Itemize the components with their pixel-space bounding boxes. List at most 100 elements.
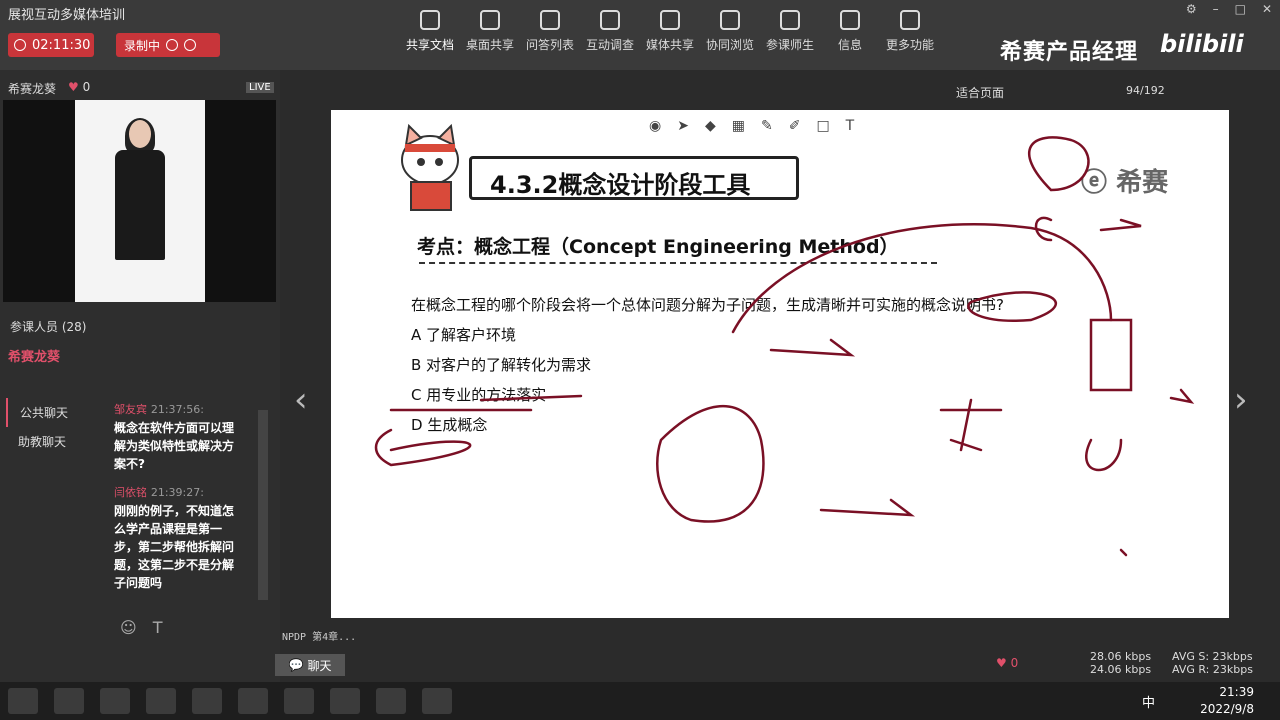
- top-bar: 展视互动多媒体培训 02:11:30 录制中 共享文档 桌面共享 问答列表 互动…: [0, 0, 1280, 70]
- presenter-name: 希赛龙葵: [8, 82, 57, 96]
- film-icon: [660, 10, 680, 30]
- app-icon[interactable]: [284, 688, 314, 714]
- stop-record-icon[interactable]: [184, 39, 197, 51]
- live-badge: LIVE: [246, 82, 274, 93]
- co-browse-button[interactable]: 协同浏览: [700, 10, 760, 53]
- chat-message: 闫依铭 21:39:27: 刚刚的例子，不知道怎么学产品课程是第一步，第二步帮他…: [114, 483, 244, 592]
- document-toolbar: 适合页面 94/192: [280, 70, 1280, 110]
- avg-rates: AVG S: 23kbps AVG R: 23kbps: [1172, 650, 1253, 676]
- footer-likes: ♥ 0: [996, 656, 1019, 670]
- bilibili-logo: bilibili: [1160, 30, 1244, 58]
- tool-label: 参课师生: [765, 38, 814, 52]
- status-line: NPDP 第4章...: [282, 632, 357, 643]
- zoom-select[interactable]: 适合页面: [956, 84, 1004, 101]
- info-button[interactable]: 信息: [820, 10, 880, 53]
- chat-icon: 💬: [288, 658, 304, 672]
- app-icon[interactable]: [330, 688, 360, 714]
- tool-label: 共享文档: [405, 38, 454, 52]
- more-functions-button[interactable]: 更多功能: [880, 10, 940, 53]
- suit: [115, 150, 165, 260]
- screen-share-icon: [480, 10, 500, 30]
- download-rate: 24.06 kbps: [1090, 663, 1152, 676]
- people-icon: [780, 10, 800, 30]
- survey-button[interactable]: 互动调查: [580, 10, 640, 53]
- main-toolbar: 共享文档 桌面共享 问答列表 互动调查 媒体共享 协同浏览 参课师生 信息 更多…: [400, 10, 940, 53]
- message-author: 闫依铭: [114, 486, 147, 499]
- handwritten-annotations: [374, 136, 1195, 557]
- maximize-icon[interactable]: □: [1235, 2, 1246, 16]
- pause-record-icon[interactable]: [166, 39, 179, 51]
- qa-list-button[interactable]: 问答列表: [520, 10, 580, 53]
- message-text: 刚刚的例子，不知道怎么学产品课程是第一步，第二步帮他拆解问题，这第二步不是分解子…: [114, 504, 235, 590]
- page-indicator[interactable]: 94/192: [1126, 84, 1165, 97]
- brand-watermark: 希赛产品经理: [1000, 40, 1139, 65]
- edge-browser-icon[interactable]: [100, 688, 130, 714]
- slide-canvas[interactable]: ◉ ➤ ◆ ▦ ✎ ✐ □ T 4.3.2概念设计阶段工具 ⓔ 希赛 考点：概念…: [331, 110, 1229, 618]
- chat-button[interactable]: 💬 聊天: [275, 654, 345, 676]
- tool-label: 更多功能: [885, 38, 934, 52]
- clock-date: 2022/9/8: [1200, 702, 1254, 716]
- tab-assistant-chat[interactable]: 助教聊天: [6, 427, 70, 456]
- app-icon[interactable]: [422, 688, 452, 714]
- avg-receive-rate: AVG R: 23kbps: [1172, 663, 1253, 676]
- footer-like-count: 0: [1010, 656, 1019, 670]
- message-text: 概念在软件方面可以理解为类似特性或解决方案不?: [114, 421, 235, 471]
- message-time: 21:37:56:: [150, 403, 204, 416]
- settings-gear-icon[interactable]: ⚙: [1186, 2, 1197, 16]
- attendees-button[interactable]: 参课师生: [760, 10, 820, 53]
- previous-page-arrow[interactable]: ‹: [294, 380, 308, 420]
- app-icon[interactable]: [238, 688, 268, 714]
- minimize-icon[interactable]: –: [1213, 2, 1219, 16]
- app-icon[interactable]: [376, 688, 406, 714]
- pause-icon: [14, 39, 26, 51]
- message-time: 21:39:27:: [150, 486, 204, 499]
- windows-start-icon[interactable]: [8, 688, 38, 714]
- left-panel: 希赛龙葵 ♥ 0 LIVE 参课人员 (28) 希赛龙葵 公共聊天 助教聊天 邹…: [0, 70, 280, 682]
- app-icon[interactable]: [146, 688, 176, 714]
- system-clock[interactable]: 21:39 2022/9/8: [1200, 684, 1254, 718]
- recording-label: 录制中: [124, 38, 161, 53]
- heart-icon: ♥: [68, 80, 79, 94]
- desktop-share-button[interactable]: 桌面共享: [460, 10, 520, 53]
- network-rates: 28.06 kbps 24.06 kbps: [1090, 650, 1151, 676]
- tool-label: 桌面共享: [465, 38, 514, 52]
- app-title: 展视互动多媒体培训: [8, 8, 126, 23]
- tool-label: 协同浏览: [705, 38, 754, 52]
- info-icon: [840, 10, 860, 30]
- app-icon[interactable]: [192, 688, 222, 714]
- like-count[interactable]: ♥ 0: [68, 80, 90, 94]
- window-controls: ⚙ – □ ✕: [1186, 2, 1272, 16]
- face: [129, 120, 151, 148]
- input-method-indicator[interactable]: 中: [1142, 692, 1155, 711]
- recording-timer[interactable]: 02:11:30: [8, 33, 94, 57]
- recording-status-button[interactable]: 录制中: [116, 33, 220, 57]
- upload-rate: 28.06 kbps: [1090, 650, 1152, 663]
- chat-button-label: 聊天: [307, 658, 332, 673]
- share-document-button[interactable]: 共享文档: [400, 10, 460, 53]
- bar-chart-icon: [600, 10, 620, 30]
- compass-icon: [720, 10, 740, 30]
- media-share-button[interactable]: 媒体共享: [640, 10, 700, 53]
- search-icon[interactable]: [54, 688, 84, 714]
- tool-label: 媒体共享: [645, 38, 694, 52]
- document-icon: [420, 10, 440, 30]
- tool-label: 互动调查: [585, 38, 634, 52]
- like-number: 0: [82, 80, 91, 94]
- emoji-icon[interactable]: ☺: [120, 618, 137, 637]
- next-page-arrow[interactable]: ›: [1234, 380, 1248, 420]
- tab-public-chat[interactable]: 公共聊天: [6, 398, 70, 427]
- chat-tabs: 公共聊天 助教聊天: [6, 398, 70, 456]
- text-format-icon[interactable]: T: [153, 618, 163, 637]
- chat-bubbles-icon: [540, 10, 560, 30]
- windows-taskbar: 中 21:39 2022/9/8: [0, 682, 1280, 720]
- chat-scrollbar[interactable]: [258, 410, 268, 600]
- current-user: 希赛龙葵: [8, 350, 61, 365]
- presenter-video: [3, 100, 276, 302]
- timer-text: 02:11:30: [32, 37, 91, 53]
- participants-count[interactable]: 参课人员 (28): [10, 318, 86, 335]
- chat-tools: ☺ T: [120, 618, 162, 637]
- taskbar-icons: [8, 688, 452, 714]
- app-window: 展视互动多媒体培训 02:11:30 录制中 共享文档 桌面共享 问答列表 互动…: [0, 0, 1280, 720]
- tool-label: 信息: [837, 38, 862, 52]
- close-icon[interactable]: ✕: [1262, 2, 1272, 16]
